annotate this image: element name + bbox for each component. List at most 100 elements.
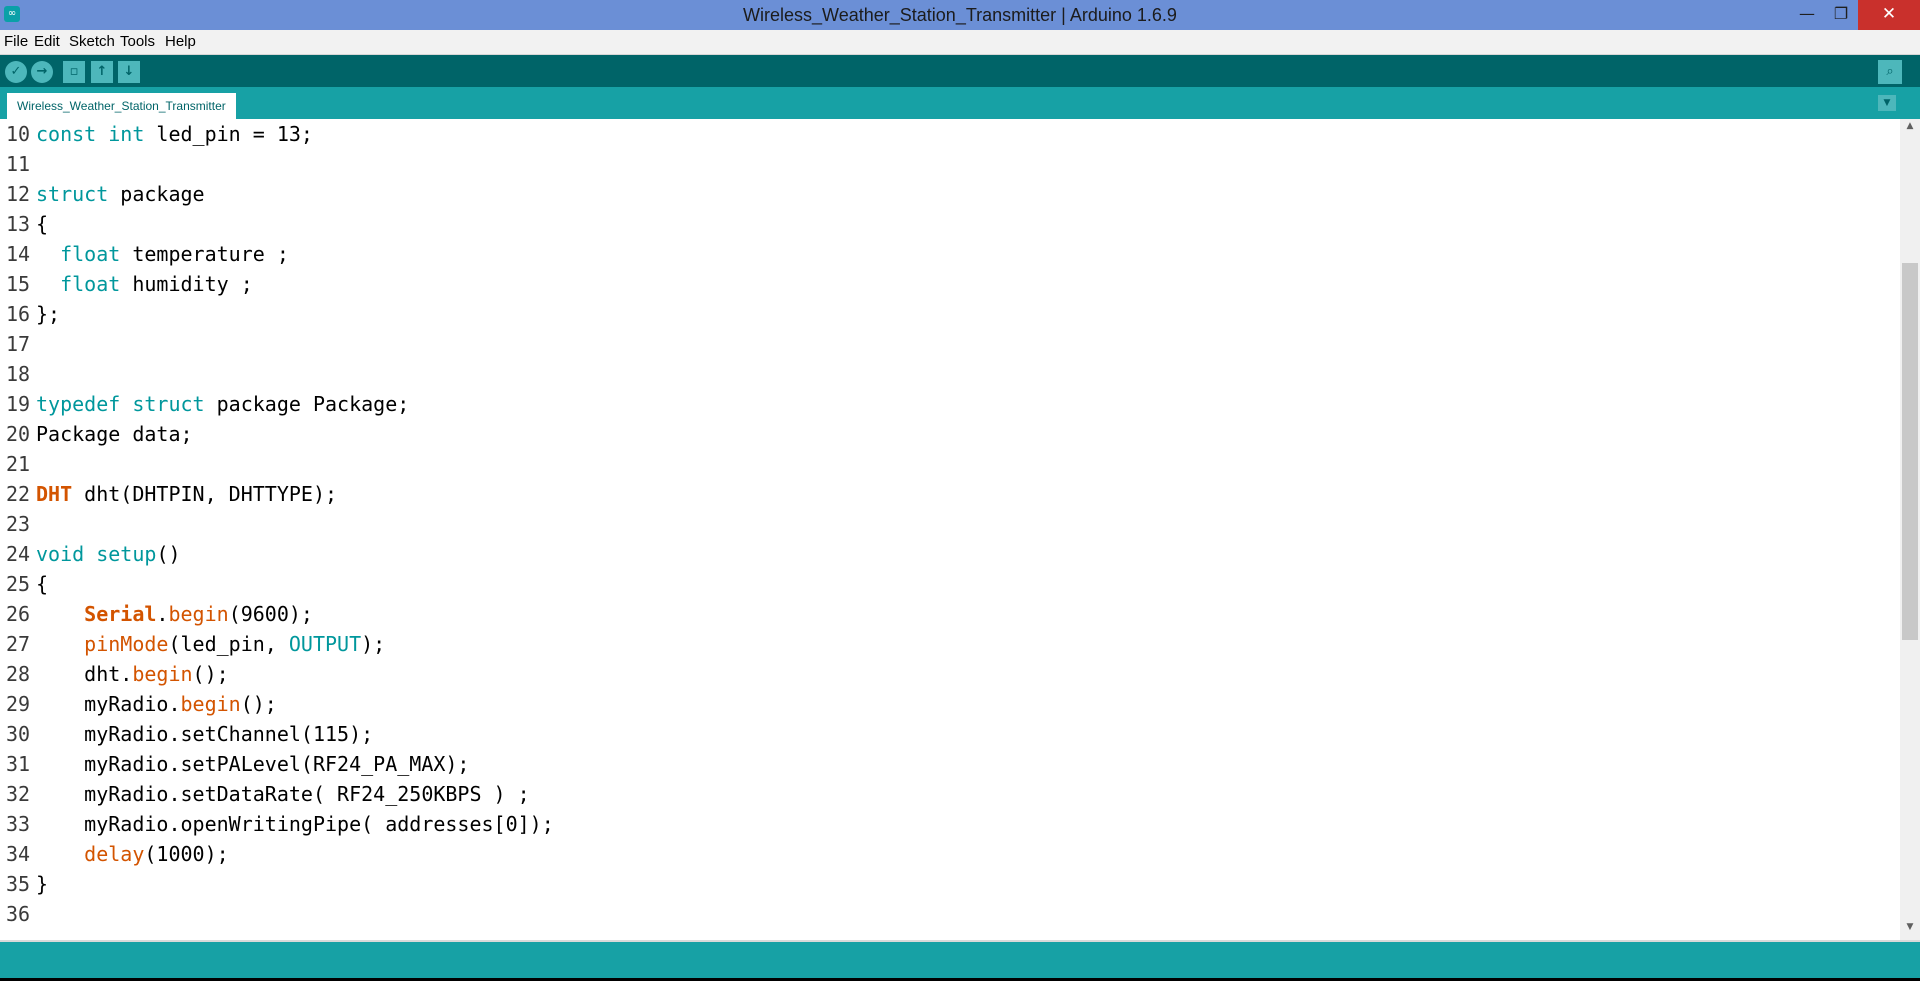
code-line: 27 pinMode(led_pin, OUTPUT); (0, 629, 1896, 659)
close-button[interactable]: ✕ (1858, 0, 1920, 30)
arrow-down-icon: ↓ (123, 64, 135, 79)
code-token: package (108, 182, 205, 206)
code-token: { (36, 572, 49, 596)
code-line: 14 float temperature ; (0, 239, 1896, 269)
menu-tools[interactable]: Tools (120, 30, 155, 54)
code-token: struct (132, 392, 205, 416)
status-bar (0, 940, 1920, 978)
code-line: 35} (0, 869, 1896, 899)
code-token: (9600); (228, 602, 313, 626)
code-line: 31 myRadio.setPALevel(RF24_PA_MAX); (0, 749, 1896, 779)
code-token: setup (96, 542, 157, 566)
code-token: () (156, 542, 181, 566)
code-token: myRadio.setChannel(115); (36, 722, 374, 746)
code-token: led_pin = 13; (144, 122, 313, 146)
magnifier-icon: ⌕ (1886, 64, 1894, 79)
tab-menu-button[interactable]: ▼ (1878, 95, 1896, 111)
code-line: 23 (0, 509, 1896, 539)
code-line: 11 (0, 149, 1896, 179)
arrow-right-icon: → (36, 64, 48, 79)
code-token: float (60, 242, 121, 266)
scroll-up-arrow-icon[interactable]: ▲ (1900, 121, 1920, 135)
code-token: begin (180, 692, 241, 716)
tab-sketch[interactable]: Wireless_Weather_Station_Transmitter (7, 93, 236, 119)
code-line: 18 (0, 359, 1896, 389)
serial-monitor-button[interactable]: ⌕ (1878, 60, 1902, 84)
line-number: 27 (6, 632, 31, 656)
code-token: myRadio.setDataRate( RF24_250KBPS ) ; (36, 782, 530, 806)
line-number: 24 (6, 542, 31, 566)
line-number: 23 (6, 512, 31, 536)
minimize-button[interactable]: — (1790, 0, 1824, 30)
code-token: (led_pin, (168, 632, 289, 656)
menu-sketch[interactable]: Sketch (69, 30, 115, 54)
menu-edit[interactable]: Edit (34, 30, 60, 54)
line-number: 15 (6, 272, 31, 296)
line-number: 20 (6, 422, 31, 446)
line-number: 29 (6, 692, 31, 716)
maximize-button[interactable]: ❐ (1824, 0, 1858, 30)
code-token: void (36, 542, 85, 566)
line-number: 22 (6, 482, 31, 506)
line-number: 33 (6, 812, 31, 836)
code-token: humidity ; (120, 272, 253, 296)
line-number: 25 (6, 572, 31, 596)
code-line: 12 struct package (0, 179, 1896, 209)
code-token: int (108, 122, 145, 146)
scroll-down-arrow-icon[interactable]: ▼ (1900, 922, 1920, 936)
verify-button[interactable]: ✓ (5, 61, 27, 83)
code-token: pinMode (84, 632, 169, 656)
code-token: myRadio. (36, 692, 181, 716)
line-number: 14 (6, 242, 31, 266)
line-number: 19 (6, 392, 31, 416)
code-editor[interactable]: 10 const int led_pin = 13; 11 12 struct pack… (0, 119, 1920, 940)
save-sketch-button[interactable]: ↓ (118, 61, 140, 83)
code-token: (1000); (144, 842, 229, 866)
code-line: 10 const int led_pin = 13; (0, 119, 1896, 149)
code-line: 28 dht.begin(); (0, 659, 1896, 689)
code-line: 32 myRadio.setDataRate( RF24_250KBPS ) ; (0, 779, 1896, 809)
upload-button[interactable]: → (31, 61, 53, 83)
code-token: const (36, 122, 97, 146)
code-token: float (60, 272, 121, 296)
menu-file[interactable]: File (4, 30, 28, 54)
code-token: package Package; (204, 392, 410, 416)
line-number: 36 (6, 902, 31, 926)
chevron-down-icon: ▼ (1883, 98, 1891, 108)
line-number: 31 (6, 752, 31, 776)
open-sketch-button[interactable]: ↑ (91, 61, 113, 83)
code-token: myRadio.openWritingPipe( addresses[0]); (36, 812, 554, 836)
code-token: dht. (36, 662, 133, 686)
code-line: 22 DHT dht(DHTPIN, DHTTYPE); (0, 479, 1896, 509)
vertical-scrollbar[interactable]: ▲ ▼ (1900, 119, 1920, 940)
line-number: 10 (6, 122, 31, 146)
code-line: 25{ (0, 569, 1896, 599)
toolbar: ✓ → ▫ ↑ ↓ ⌕ (0, 55, 1920, 87)
line-number: 18 (6, 362, 31, 386)
tab-bar: Wireless_Weather_Station_Transmitter ▼ (0, 87, 1920, 119)
code-line: 21 (0, 449, 1896, 479)
menu-help[interactable]: Help (165, 30, 196, 54)
new-sketch-button[interactable]: ▫ (63, 61, 85, 83)
code-token: OUTPUT (288, 632, 362, 656)
line-number: 32 (6, 782, 31, 806)
code-line: 26 Serial.begin(9600); (0, 599, 1896, 629)
code-token: delay (84, 842, 145, 866)
line-number: 26 (6, 602, 31, 626)
code-token: begin (132, 662, 193, 686)
code-line: 36 (0, 899, 1896, 929)
scroll-thumb[interactable] (1902, 263, 1918, 640)
line-number: 34 (6, 842, 31, 866)
line-number: 16 (6, 302, 31, 326)
line-number: 30 (6, 722, 31, 746)
code-token: Serial (84, 602, 157, 626)
line-number: 11 (6, 152, 31, 176)
code-token: . (156, 602, 169, 626)
code-line: 30 myRadio.setChannel(115); (0, 719, 1896, 749)
code-token: struct (36, 182, 109, 206)
